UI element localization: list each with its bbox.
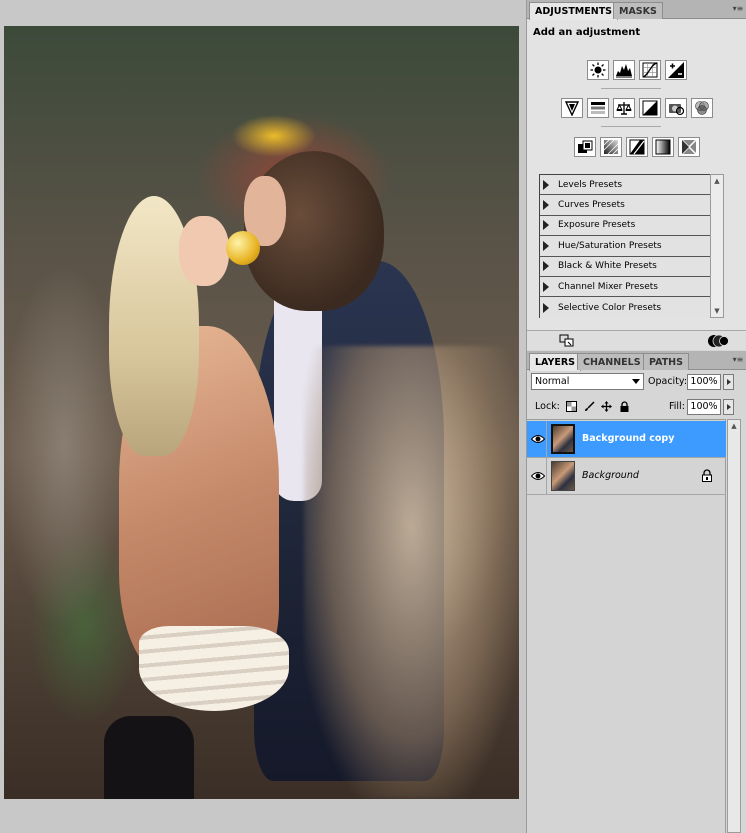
preset-label: Levels Presets (558, 179, 623, 190)
brightness-contrast-icon[interactable] (587, 60, 609, 80)
lock-transparency-icon[interactable] (565, 400, 578, 413)
preset-item-exposure[interactable]: Exposure Presets (540, 215, 721, 237)
layer-row-background-copy[interactable]: Background copy (527, 421, 726, 458)
expand-triangle-icon[interactable] (543, 302, 549, 313)
adjustments-panel: ADJUSTMENTS MASKS ▾≡ Add an adjustment L… (527, 0, 746, 350)
preset-label: Black & White Presets (558, 261, 657, 272)
exposure-icon[interactable] (665, 60, 687, 80)
eye-visibility-icon[interactable] (529, 421, 547, 457)
opacity-slider-button[interactable] (723, 374, 734, 390)
invert-icon[interactable] (574, 137, 596, 157)
photo-woman-face (179, 216, 229, 286)
document-canvas[interactable] (0, 0, 526, 833)
preset-item-selective-color[interactable]: Selective Color Presets (540, 297, 721, 318)
lock-image-brush-icon[interactable] (583, 400, 596, 413)
lock-label: Lock: (535, 401, 560, 412)
adjustments-tabbar: ADJUSTMENTS MASKS ▾≡ (527, 0, 746, 20)
preset-item-black-white[interactable]: Black & White Presets (540, 256, 721, 277)
tab-layers[interactable]: LAYERS (529, 353, 582, 371)
adjustment-presets-list: Levels Presets Curves Presets Exposure P… (539, 174, 722, 318)
opacity-label: Opacity: (648, 376, 688, 387)
blend-mode-value: Normal (535, 376, 570, 387)
clip-to-layer-icon[interactable] (559, 334, 575, 348)
layer-thumbnail (551, 424, 575, 454)
fill-label: Fill: (669, 401, 685, 412)
preset-item-levels[interactable]: Levels Presets (540, 175, 721, 196)
layer-name[interactable]: Background copy (582, 433, 674, 444)
eye-visibility-icon[interactable] (529, 458, 547, 494)
expand-triangle-icon[interactable] (543, 179, 549, 190)
adjustment-icons-row-1 (527, 60, 746, 80)
photo-woman-ruffle (139, 626, 289, 711)
preset-item-channel-mixer[interactable]: Channel Mixer Presets (540, 276, 721, 298)
visibility-toggle-icon[interactable] (707, 334, 729, 348)
photo-filter-icon[interactable] (665, 98, 687, 118)
chevron-down-icon (632, 379, 640, 384)
layers-panel: LAYERS CHANNELS PATHS ▾≡ Normal Opacity:… (527, 351, 746, 833)
layers-list: Background copy Background (527, 419, 726, 833)
presets-scrollbar[interactable]: ▲ ▼ (710, 174, 724, 318)
opacity-field[interactable]: 100% (687, 374, 721, 390)
layer-lock-icon (702, 469, 712, 482)
layers-tabbar: LAYERS CHANNELS PATHS ▾≡ (527, 351, 746, 371)
preset-label: Curves Presets (558, 200, 625, 211)
preset-label: Exposure Presets (558, 220, 636, 231)
fill-field[interactable]: 100% (687, 399, 721, 415)
adjustment-icons-row-2 (527, 98, 746, 118)
posterize-icon[interactable] (600, 137, 622, 157)
panel-dock: ADJUSTMENTS MASKS ▾≡ Add an adjustment L… (526, 0, 746, 833)
selective-color-icon[interactable] (678, 137, 700, 157)
threshold-icon[interactable] (626, 137, 648, 157)
layer-row-background[interactable]: Background (527, 458, 726, 495)
expand-triangle-icon[interactable] (543, 261, 549, 272)
vibrance-icon[interactable] (561, 98, 583, 118)
expand-triangle-icon[interactable] (543, 220, 549, 231)
adjustments-title: Add an adjustment (533, 27, 641, 38)
scroll-up-icon[interactable]: ▲ (711, 175, 723, 187)
color-balance-icon[interactable] (613, 98, 635, 118)
preset-label: Hue/Saturation Presets (558, 240, 662, 251)
tab-channels[interactable]: CHANNELS (577, 353, 647, 370)
fill-slider-button[interactable] (723, 399, 734, 415)
expand-triangle-icon[interactable] (543, 240, 549, 251)
lock-fill-row: Lock: Fill: 100% (527, 396, 746, 418)
photo-couple-with-apple[interactable] (4, 26, 519, 799)
layer-thumbnail (551, 461, 575, 491)
expand-triangle-icon[interactable] (543, 281, 549, 292)
blend-opacity-row: Normal Opacity: 100% (527, 371, 746, 393)
tab-adjustments[interactable]: ADJUSTMENTS (529, 2, 619, 20)
lock-position-move-icon[interactable] (600, 400, 613, 413)
photo-apple (226, 231, 260, 265)
layers-scrollbar[interactable]: ▲ (727, 419, 741, 833)
preset-item-hue-saturation[interactable]: Hue/Saturation Presets (540, 236, 721, 257)
photo-woman-boot (104, 716, 194, 799)
tab-masks[interactable]: MASKS (613, 2, 663, 19)
adjustments-divider-2 (601, 126, 661, 127)
hue-saturation-icon[interactable] (587, 98, 609, 118)
lock-all-icon[interactable] (618, 400, 631, 413)
panel-menu-icon[interactable]: ▾≡ (732, 355, 744, 365)
adjustments-divider (601, 88, 661, 89)
scroll-down-icon[interactable]: ▼ (711, 305, 723, 317)
panel-menu-icon[interactable]: ▾≡ (732, 4, 744, 14)
adjustment-icons-row-3 (527, 137, 746, 157)
black-white-icon[interactable] (639, 98, 661, 118)
gradient-map-icon[interactable] (652, 137, 674, 157)
layer-name[interactable]: Background (582, 470, 639, 481)
channel-mixer-icon[interactable] (691, 98, 713, 118)
adjustments-footer (527, 330, 746, 350)
expand-triangle-icon[interactable] (543, 200, 549, 211)
preset-label: Channel Mixer Presets (558, 281, 658, 292)
photo-foreground-grass (304, 346, 519, 799)
tab-paths[interactable]: PATHS (643, 353, 689, 370)
curves-icon[interactable] (639, 60, 661, 80)
scroll-up-icon[interactable]: ▲ (728, 420, 740, 432)
blend-mode-select[interactable]: Normal (531, 373, 644, 390)
preset-item-curves[interactable]: Curves Presets (540, 195, 721, 216)
preset-label: Selective Color Presets (558, 302, 662, 313)
levels-icon[interactable] (613, 60, 635, 80)
